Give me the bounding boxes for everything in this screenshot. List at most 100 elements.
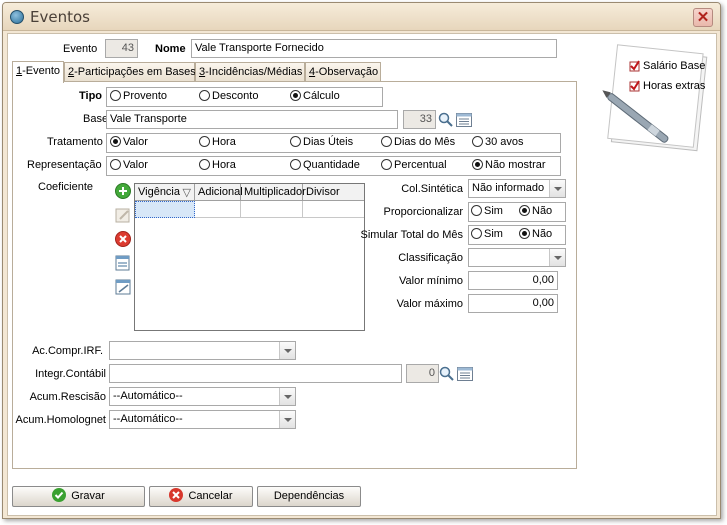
- radio-indicator: [381, 136, 392, 147]
- column-header-adicional[interactable]: Adicional: [195, 184, 243, 201]
- window-title: Eventos: [30, 8, 90, 26]
- dialog-body: Evento 43 Nome Vale Transporte Fornecido…: [7, 33, 717, 516]
- proporcionalizar-nao-radio[interactable]: Não: [519, 205, 552, 220]
- base-list-button[interactable]: [455, 111, 473, 129]
- radio-indicator: [471, 205, 482, 216]
- tipo-label: Tipo: [79, 90, 103, 102]
- grid-cell[interactable]: [195, 201, 241, 218]
- edit-icon: [115, 208, 130, 223]
- tipo-provento-radio[interactable]: Provento: [110, 90, 167, 105]
- radio-indicator: [110, 159, 121, 170]
- base-search-button[interactable]: [437, 111, 455, 129]
- tipo-radio-group: Provento Desconto Cálculo: [106, 87, 383, 107]
- integr-contabil-search-button[interactable]: [438, 365, 456, 383]
- radio-indicator: [199, 136, 210, 147]
- properties-row-button[interactable]: [114, 278, 132, 296]
- coeficiente-grid[interactable]: Vigência ▽ Adicional Multiplicador Diviso…: [134, 183, 365, 331]
- list-icon: [457, 367, 473, 381]
- checklist-item-salario-base: Salário Base: [643, 60, 706, 72]
- representacao-quantidade-radio[interactable]: Quantidade: [290, 159, 360, 174]
- proporcionalizar-radio-group: Sim Não: [468, 202, 566, 222]
- chevron-down-icon: [279, 342, 295, 359]
- integr-contabil-field[interactable]: [109, 364, 402, 383]
- tipo-desconto-radio[interactable]: Desconto: [199, 90, 258, 105]
- tab-incidencias-medias[interactable]: 3-Incidências/Médias: [195, 62, 305, 82]
- representacao-nao-mostrar-radio[interactable]: Não mostrar: [472, 159, 546, 174]
- cancel-button[interactable]: Cancelar: [149, 486, 253, 507]
- acum-homolognet-label: Acum.Homolognet: [15, 414, 107, 426]
- representacao-percentual-radio[interactable]: Percentual: [381, 159, 447, 174]
- acum-homolognet-select[interactable]: --Automático--: [109, 410, 296, 429]
- add-icon: [115, 183, 131, 199]
- tipo-calculo-radio[interactable]: Cálculo: [290, 90, 340, 105]
- col-sintetica-select[interactable]: Não informado: [468, 179, 566, 198]
- list-icon: [456, 113, 472, 127]
- dependencies-button[interactable]: Dependências: [257, 486, 361, 507]
- evento-code-field: 43: [105, 39, 138, 58]
- representacao-radio-group: Valor Hora Quantidade Percentual Não mos…: [106, 156, 561, 176]
- simular-total-sim-radio[interactable]: Sim: [471, 228, 503, 243]
- close-button[interactable]: ✕: [693, 8, 713, 27]
- coeficiente-label: Coeficiente: [38, 181, 94, 193]
- delete-icon: [115, 231, 131, 247]
- grid-cell[interactable]: [241, 201, 303, 218]
- save-button[interactable]: Gravar: [12, 486, 145, 507]
- nome-field[interactable]: Vale Transporte Fornecido: [191, 39, 557, 58]
- valor-minimo-field[interactable]: 0,00: [468, 271, 558, 290]
- representacao-label: Representação: [27, 159, 102, 171]
- ac-compr-irf-select[interactable]: [109, 341, 296, 360]
- radio-indicator: [381, 159, 392, 170]
- delete-row-button[interactable]: [114, 230, 132, 248]
- tab-participacoes-bases[interactable]: 2-Participações em Bases: [64, 62, 196, 82]
- chevron-down-icon: [279, 388, 295, 405]
- simular-total-nao-radio[interactable]: Não: [519, 228, 552, 243]
- integr-contabil-code-field[interactable]: 0: [406, 364, 439, 383]
- tab-panel-evento: Tipo Provento Desconto Cálculo Base Vale…: [12, 81, 577, 469]
- tratamento-dias-uteis-radio[interactable]: Dias Úteis: [290, 136, 353, 151]
- window-edit-icon: [115, 279, 131, 295]
- classificacao-label: Classificação: [398, 252, 463, 264]
- chevron-down-icon: [279, 411, 295, 428]
- acum-rescisao-select[interactable]: --Automático--: [109, 387, 296, 406]
- copy-icon: [115, 255, 130, 271]
- representacao-hora-radio[interactable]: Hora: [199, 159, 236, 174]
- cancel-icon: [169, 488, 184, 502]
- integr-contabil-list-button[interactable]: [456, 365, 474, 383]
- add-row-button[interactable]: [114, 182, 132, 200]
- ac-compr-irf-label: Ac.Compr.IRF.: [32, 345, 103, 357]
- radio-indicator-selected: [110, 136, 121, 147]
- representacao-valor-radio[interactable]: Valor: [110, 159, 148, 174]
- tratamento-hora-radio[interactable]: Hora: [199, 136, 236, 151]
- column-header-multiplicador[interactable]: Multiplicador: [241, 184, 306, 201]
- close-icon: ✕: [696, 9, 710, 26]
- radio-indicator-selected: [290, 90, 301, 101]
- classificacao-select[interactable]: [468, 248, 566, 267]
- valor-minimo-label: Valor mínimo: [399, 275, 463, 287]
- grid-cell-selected[interactable]: [135, 201, 195, 218]
- search-icon: [439, 366, 454, 381]
- radio-indicator: [199, 90, 210, 101]
- tab-evento[interactable]: 1-Evento: [12, 61, 64, 83]
- chevron-down-icon: [549, 249, 565, 266]
- proporcionalizar-sim-radio[interactable]: Sim: [471, 205, 503, 220]
- valor-maximo-field[interactable]: 0,00: [468, 294, 558, 313]
- radio-indicator: [290, 159, 301, 170]
- app-icon: [10, 10, 24, 24]
- col-sintetica-label: Col.Sintética: [401, 183, 463, 195]
- tratamento-30-avos-radio[interactable]: 30 avos: [472, 136, 524, 151]
- edit-row-button[interactable]: [114, 206, 132, 224]
- grid-header: Vigência ▽ Adicional Multiplicador Diviso…: [135, 184, 364, 201]
- simular-total-label: Simular Total do Mês: [360, 229, 463, 241]
- column-header-vigencia[interactable]: Vigência ▽: [135, 184, 195, 201]
- tab-observacao[interactable]: 4-Observação: [305, 62, 381, 82]
- valor-maximo-label: Valor máximo: [396, 298, 463, 310]
- acum-rescisao-label: Acum.Rescisão: [29, 391, 106, 403]
- base-code-field[interactable]: 33: [403, 110, 436, 129]
- proporcionalizar-label: Proporcionalizar: [383, 206, 463, 218]
- copy-row-button[interactable]: [114, 254, 132, 272]
- tratamento-valor-radio[interactable]: Valor: [110, 136, 148, 151]
- integr-contabil-label: Integr.Contábil: [35, 368, 106, 380]
- tratamento-dias-mes-radio[interactable]: Dias do Mês: [381, 136, 455, 151]
- base-field[interactable]: Vale Transporte: [106, 110, 398, 129]
- nome-label: Nome: [155, 43, 186, 55]
